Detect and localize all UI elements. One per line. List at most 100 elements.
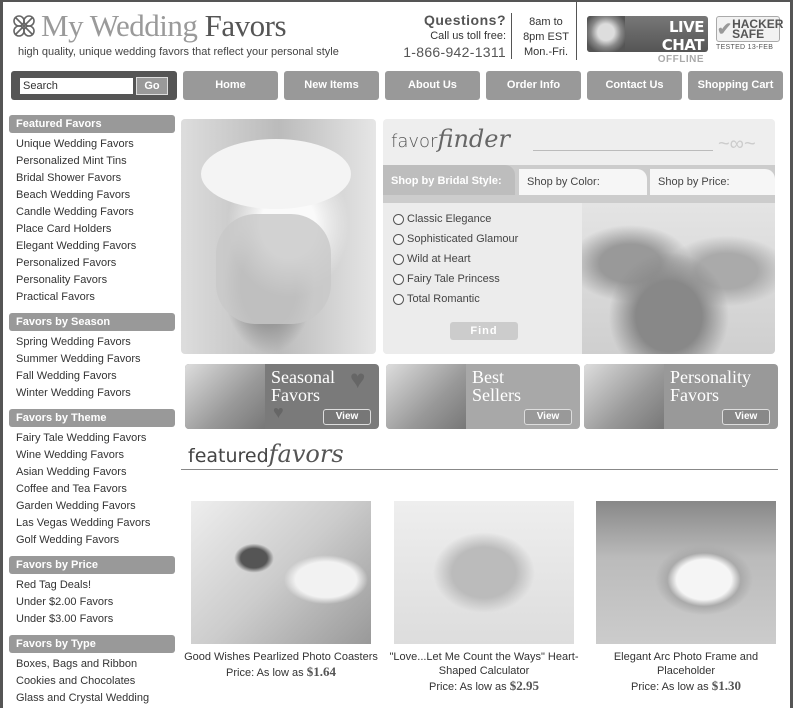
- sidebar-section-header: Favors by Price: [9, 556, 175, 574]
- find-button[interactable]: Find: [450, 322, 518, 340]
- bridal-style-options: Classic Elegance Sophisticated Glamour W…: [383, 203, 582, 354]
- tagline: high quality, unique wedding favors that…: [18, 46, 339, 58]
- promo-title: Personality Favors: [670, 367, 751, 405]
- phone-number: 1-866-942-1311: [403, 44, 506, 60]
- sidebar-link[interactable]: Bridal Shower Favors: [16, 171, 136, 188]
- sidebar-link[interactable]: Personalized Mint Tins: [16, 154, 136, 171]
- sidebar-link[interactable]: Golf Wedding Favors: [16, 533, 150, 550]
- questions-title: Questions?: [423, 12, 506, 28]
- logo-text: My Wedding Favors: [41, 8, 287, 43]
- product-image[interactable]: [394, 501, 574, 644]
- option-fairy-tale-princess[interactable]: Fairy Tale Princess: [393, 273, 500, 285]
- product-image[interactable]: [191, 501, 371, 644]
- nav-home[interactable]: Home: [183, 71, 278, 100]
- option-total-romantic[interactable]: Total Romantic: [393, 293, 480, 305]
- option-label: Total Romantic: [407, 293, 480, 305]
- live-chat-button[interactable]: LIVE CHAT OFFLINE: [587, 16, 708, 65]
- nav-shopping-cart[interactable]: Shopping Cart: [688, 71, 783, 100]
- search-go-button[interactable]: Go: [136, 77, 168, 95]
- hours-line: 8pm EST: [523, 31, 569, 43]
- sidebar-link[interactable]: Spring Wedding Favors: [16, 335, 141, 352]
- search-input[interactable]: [20, 78, 133, 94]
- radio-button[interactable]: [393, 273, 404, 285]
- sidebar-link[interactable]: Personalized Favors: [16, 256, 136, 273]
- sidebar-link[interactable]: Personality Favors: [16, 273, 136, 290]
- sidebar-link[interactable]: Beach Wedding Favors: [16, 188, 136, 205]
- sidebar-link[interactable]: Candle Wedding Favors: [16, 205, 136, 222]
- product-price: Price: As low as $1.30: [631, 678, 741, 693]
- sidebar-link[interactable]: Winter Wedding Favors: [16, 386, 141, 403]
- promo-title: Seasonal Favors: [271, 367, 335, 405]
- sidebar-link[interactable]: Under $2.00 Favors: [16, 595, 113, 612]
- sidebar-link[interactable]: Garden Wedding Favors: [16, 499, 150, 516]
- tab-color[interactable]: Shop by Color:: [519, 169, 647, 195]
- sidebar-link[interactable]: Place Card Holders: [16, 222, 136, 239]
- promo-image: [185, 364, 265, 429]
- sidebar-link[interactable]: Boxes, Bags and Ribbon: [16, 657, 149, 674]
- product-card: "Love...Let Me Count the Ways" Heart-Sha…: [384, 501, 584, 695]
- sidebar-link[interactable]: Elegant Wedding Favors: [16, 239, 136, 256]
- hacker-safe-badge[interactable]: ✔ HACKER SAFE TESTED 13-FEB: [716, 16, 783, 54]
- option-wild-at-heart[interactable]: Wild at Heart: [393, 253, 471, 265]
- toll-free-label: Call us toll free:: [430, 30, 506, 42]
- sidebar-link-list: Boxes, Bags and Ribbon Cookies and Chocol…: [16, 657, 149, 708]
- sidebar-link[interactable]: Under $3.00 Favors: [16, 612, 113, 629]
- radio-button[interactable]: [393, 293, 404, 305]
- radio-button[interactable]: [393, 213, 404, 225]
- product-name[interactable]: "Love...Let Me Count the Ways" Heart-Sha…: [384, 650, 584, 678]
- sidebar-link[interactable]: Wine Wedding Favors: [16, 448, 150, 465]
- promo-best-sellers[interactable]: Best Sellers View: [386, 364, 580, 429]
- sidebar-link[interactable]: Fall Wedding Favors: [16, 369, 141, 386]
- featured-divider: [181, 469, 778, 470]
- sidebar-link[interactable]: Fairy Tale Wedding Favors: [16, 431, 150, 448]
- promo-title: Best Sellers: [472, 367, 521, 405]
- sidebar-link[interactable]: Unique Wedding Favors: [16, 137, 136, 154]
- badge-tested-date: TESTED 13-FEB: [716, 44, 774, 51]
- search-bar: Go: [11, 71, 177, 100]
- sidebar-link[interactable]: Practical Favors: [16, 290, 136, 307]
- view-button[interactable]: View: [722, 409, 770, 425]
- promo-personality-favors[interactable]: Personality Favors View: [584, 364, 778, 429]
- option-label: Sophisticated Glamour: [407, 233, 519, 245]
- product-name[interactable]: Good Wishes Pearlized Photo Coasters: [181, 650, 381, 664]
- option-sophisticated-glamour[interactable]: Sophisticated Glamour: [393, 233, 518, 245]
- butterfly-baskets-image: [582, 203, 775, 354]
- nav-new-items[interactable]: New Items: [284, 71, 379, 100]
- option-classic-elegance[interactable]: Classic Elegance: [393, 213, 491, 225]
- chat-status: OFFLINE: [657, 54, 704, 65]
- sidebar-link[interactable]: Red Tag Deals!: [16, 578, 113, 595]
- option-label: Classic Elegance: [407, 213, 492, 225]
- product-price: Price: As low as $1.64: [226, 664, 336, 679]
- nav-about-us[interactable]: About Us: [385, 71, 480, 100]
- sidebar-link[interactable]: Coffee and Tea Favors: [16, 482, 150, 499]
- sidebar-link[interactable]: Asian Wedding Favors: [16, 465, 150, 482]
- product-image[interactable]: [596, 501, 776, 644]
- sidebar-link[interactable]: Las Vegas Wedding Favors: [16, 516, 150, 533]
- hours-line: Mon.-Fri.: [524, 46, 568, 58]
- favor-finder: favorfinder ~∞~ Shop by Bridal Style: Sh…: [383, 119, 775, 354]
- sidebar-section-header: Favors by Theme: [9, 409, 175, 427]
- promo-seasonal-favors[interactable]: ♥ ♥ Seasonal Favors View: [185, 364, 379, 429]
- check-shield-icon: ✔: [717, 18, 733, 39]
- product-name[interactable]: Elegant Arc Photo Frame and Placeholder: [586, 650, 786, 678]
- sidebar-link[interactable]: Glass and Crystal Wedding: [16, 691, 149, 708]
- sidebar-link[interactable]: Summer Wedding Favors: [16, 352, 141, 369]
- nav-contact-us[interactable]: Contact Us: [587, 71, 682, 100]
- business-hours: 8am to 8pm EST Mon.-Fri.: [516, 15, 576, 60]
- nav-order-info[interactable]: Order Info: [486, 71, 581, 100]
- radio-button[interactable]: [393, 253, 404, 265]
- sidebar-link[interactable]: Cookies and Chocolates: [16, 674, 149, 691]
- view-button[interactable]: View: [524, 409, 572, 425]
- finder-title-line: [533, 150, 713, 151]
- heart-icon: ♥: [273, 402, 284, 422]
- hero-bride-image[interactable]: [181, 119, 376, 354]
- product-price: Price: As low as $2.95: [429, 678, 539, 693]
- site-logo[interactable]: My Wedding Favors: [11, 8, 287, 43]
- radio-button[interactable]: [393, 233, 404, 245]
- view-button[interactable]: View: [323, 409, 371, 425]
- product-card: Elegant Arc Photo Frame and Placeholder …: [586, 501, 786, 695]
- agent-avatar: [587, 16, 625, 52]
- swirl-ornament-icon: ~∞~: [718, 133, 756, 155]
- tab-price[interactable]: Shop by Price:: [650, 169, 775, 195]
- tab-bridal-style[interactable]: Shop by Bridal Style:: [383, 165, 515, 195]
